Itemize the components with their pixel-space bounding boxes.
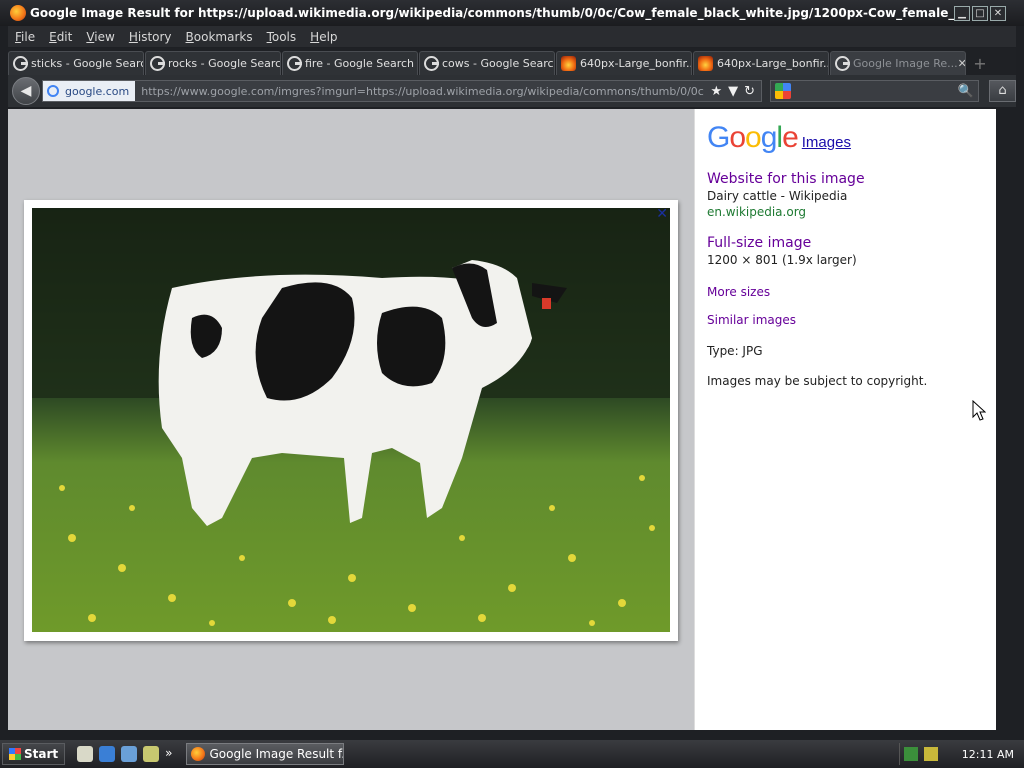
image-lightbox: ✕ xyxy=(24,200,678,641)
show-desktop-icon[interactable] xyxy=(77,746,94,762)
start-label: Start xyxy=(24,747,59,761)
menu-help[interactable]: Help xyxy=(303,30,344,44)
reload-icon[interactable]: ↻ xyxy=(744,84,755,99)
tab-bar: sticks - Google Search rocks - Google Se… xyxy=(8,48,1016,75)
more-sizes-link[interactable]: More sizes xyxy=(707,285,996,299)
image-type: Type: JPG xyxy=(707,344,763,358)
menu-history[interactable]: History xyxy=(122,30,179,44)
close-window-button[interactable]: ✕ xyxy=(990,5,1006,21)
fire-icon xyxy=(698,56,713,71)
minimize-button[interactable]: ▁ xyxy=(954,5,970,21)
google-icon xyxy=(424,56,439,71)
menu-bookmarks[interactable]: Bookmarks xyxy=(179,30,260,44)
tab-label: 640px-Large_bonfir... xyxy=(580,57,692,70)
cow-photo-illustration xyxy=(32,208,670,632)
menu-view[interactable]: View xyxy=(79,30,121,44)
google-icon xyxy=(835,56,850,71)
tab-label: fire - Google Search xyxy=(305,57,415,70)
back-button[interactable]: ◀ xyxy=(12,77,40,105)
tab-label: cows - Google Search xyxy=(442,57,555,70)
tray-app-icon[interactable] xyxy=(923,747,938,761)
search-box[interactable]: 🔍 xyxy=(770,80,980,102)
site-identity-button[interactable]: google.com xyxy=(43,81,136,101)
google-logo[interactable]: Google Images xyxy=(707,121,996,155)
new-tab-button[interactable]: + xyxy=(969,53,991,75)
bookmark-star-icon[interactable]: ★ xyxy=(710,84,722,99)
tab-bonfire-2[interactable]: 640px-Large_bonfir... xyxy=(693,51,829,75)
tab-sticks[interactable]: sticks - Google Search xyxy=(8,51,144,75)
tab-label: rocks - Google Search xyxy=(168,57,281,70)
url-dropdown-icon[interactable]: ▼ xyxy=(728,84,738,99)
outlook-icon[interactable] xyxy=(121,746,138,762)
tab-bonfire-1[interactable]: 640px-Large_bonfir... xyxy=(556,51,692,75)
cow-image[interactable] xyxy=(32,208,670,632)
image-info-panel: Google Images Website for this image Dai… xyxy=(694,109,996,730)
taskbar-item-label: Google Image Result f... xyxy=(209,747,345,761)
url-bar[interactable]: google.com https://www.google.com/imgres… xyxy=(42,80,762,102)
home-button[interactable]: ⌂ xyxy=(989,80,1016,102)
taskbar-firefox-item[interactable]: Google Image Result f... xyxy=(186,743,345,765)
website-heading-link[interactable]: Website for this image xyxy=(707,171,996,187)
site-identity-label: google.com xyxy=(65,84,130,98)
clock[interactable]: 12:11 AM xyxy=(962,748,1014,761)
search-engine-icon[interactable] xyxy=(775,83,791,99)
menu-tools[interactable]: Tools xyxy=(260,30,304,44)
tab-fire[interactable]: fire - Google Search xyxy=(282,51,418,75)
tab-rocks[interactable]: rocks - Google Search xyxy=(145,51,281,75)
quick-launch: » xyxy=(77,746,172,762)
website-domain: en.wikipedia.org xyxy=(707,205,807,219)
menu-bar: File Edit View History Bookmarks Tools H… xyxy=(8,26,1016,47)
close-lightbox-icon[interactable]: ✕ xyxy=(656,206,668,222)
google-icon xyxy=(47,85,59,97)
tab-label: Google Image Re... xyxy=(853,57,958,70)
similar-images-link[interactable]: Similar images xyxy=(707,313,996,327)
fullsize-image-link[interactable]: Full-size image xyxy=(707,235,996,251)
search-folder-icon[interactable] xyxy=(143,746,160,762)
quick-launch-more-icon[interactable]: » xyxy=(165,746,172,762)
images-link[interactable]: Images xyxy=(802,134,851,151)
internet-explorer-icon[interactable] xyxy=(99,746,116,762)
tab-google-image-result[interactable]: Google Image Re... ✕ xyxy=(830,51,966,75)
menu-edit[interactable]: Edit xyxy=(42,30,79,44)
tab-label: 640px-Large_bonfir... xyxy=(717,57,829,70)
google-icon xyxy=(150,56,165,71)
title-bar[interactable]: Google Image Result for https://upload.w… xyxy=(0,0,1024,26)
firefox-icon xyxy=(191,747,206,761)
window-title: Google Image Result for https://upload.w… xyxy=(30,6,954,20)
tab-close-icon[interactable]: ✕ xyxy=(958,57,965,70)
copyright-notice: Images may be subject to copyright. xyxy=(707,374,928,388)
tab-label: sticks - Google Search xyxy=(31,57,144,70)
website-title: Dairy cattle - Wikipedia xyxy=(707,189,848,203)
fullsize-dimensions: 1200 × 801 (1.9x larger) xyxy=(707,253,857,267)
network-icon[interactable] xyxy=(903,747,918,761)
windows-flag-icon xyxy=(9,748,21,760)
firefox-icon xyxy=(10,5,26,21)
search-icon[interactable]: 🔍 xyxy=(958,84,974,99)
navigation-toolbar: ◀ google.com https://www.google.com/imgr… xyxy=(8,75,1016,107)
url-text[interactable]: https://www.google.com/imgres?imgurl=htt… xyxy=(135,85,704,98)
start-button[interactable]: Start xyxy=(2,743,66,765)
page-content: ✕ Google Images Website for this image D… xyxy=(8,109,996,730)
browser-window: Google Image Result for https://upload.w… xyxy=(0,0,1024,740)
fire-icon xyxy=(561,56,576,71)
menu-file[interactable]: File xyxy=(8,30,42,44)
system-tray: 12:11 AM xyxy=(898,743,1024,765)
maximize-button[interactable]: □ xyxy=(972,5,988,21)
tab-cows[interactable]: cows - Google Search xyxy=(419,51,555,75)
taskbar: Start » Google Image Result f... 12:11 A… xyxy=(0,740,1024,768)
google-icon xyxy=(287,56,302,71)
google-icon xyxy=(13,56,28,71)
